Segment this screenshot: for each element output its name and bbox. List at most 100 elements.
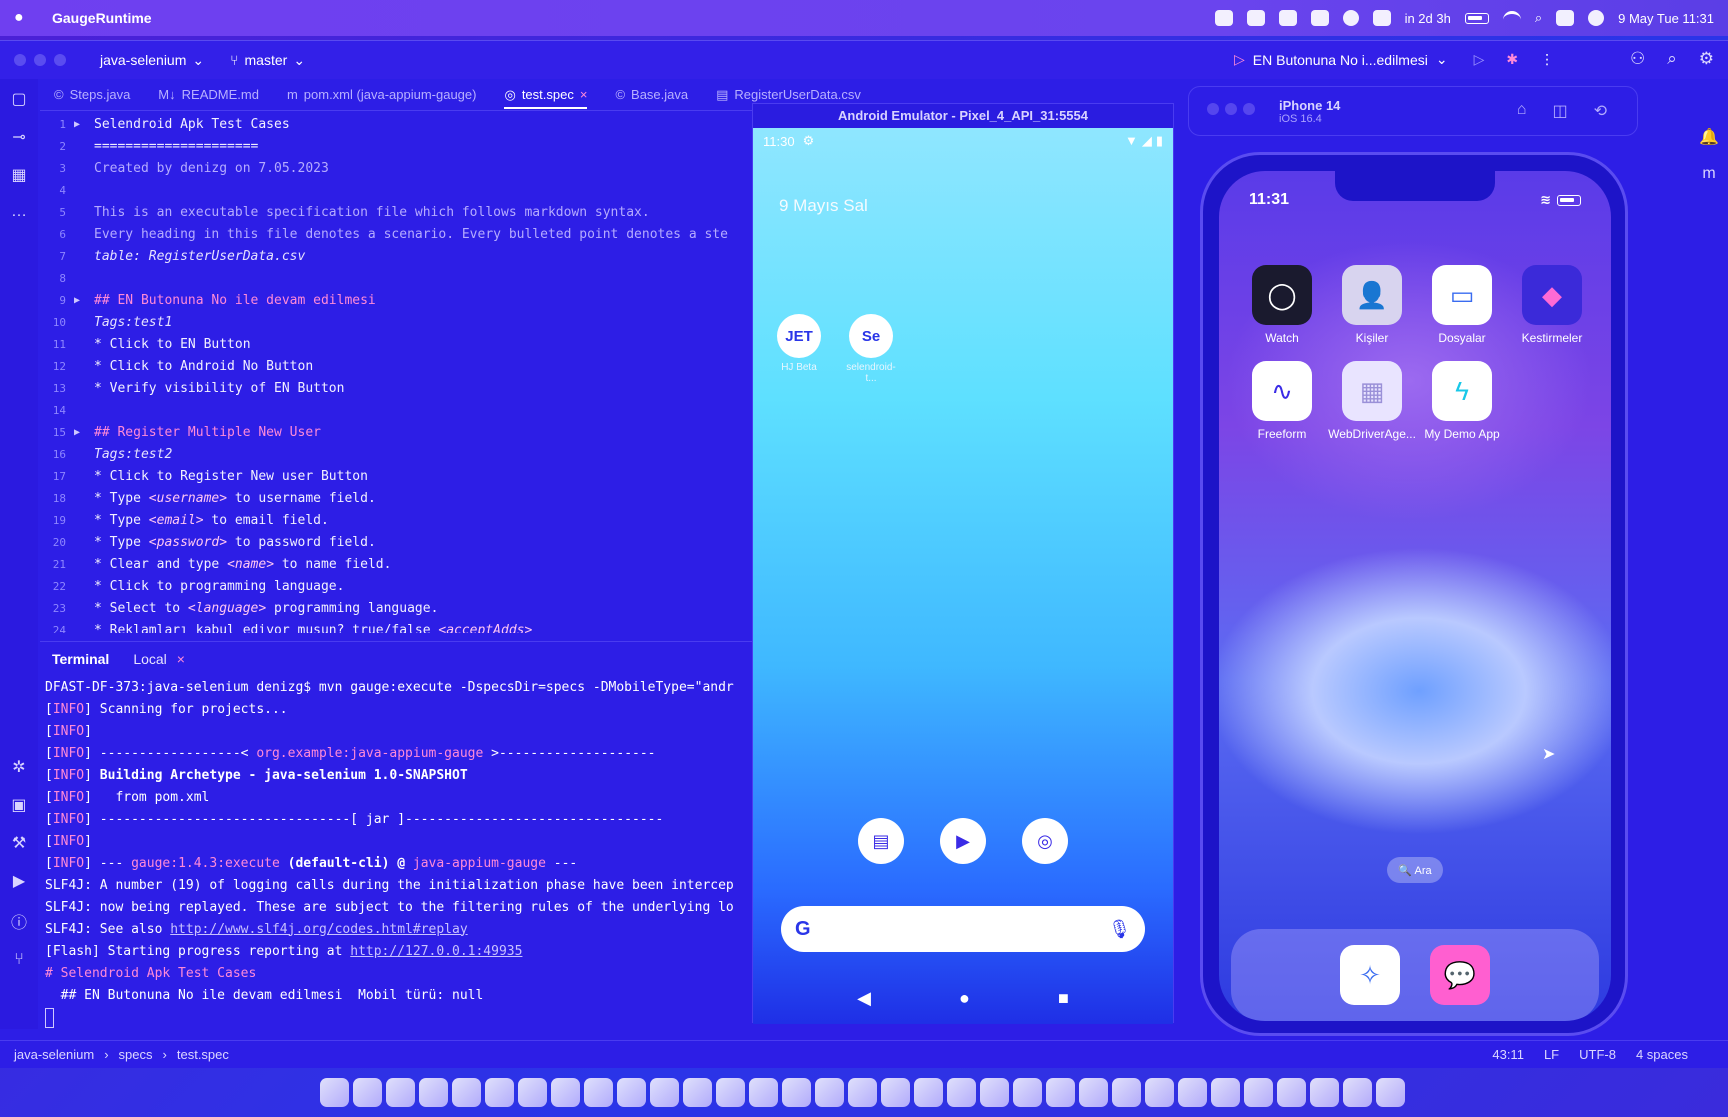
ios-app-my-demo-app[interactable]: ϟ My Demo App — [1417, 361, 1507, 441]
project-folder-icon[interactable]: ▢ — [11, 89, 26, 109]
code-line[interactable]: 3 Created by denizg on 7.05.2023 — [40, 157, 760, 179]
android-date[interactable]: 9 Mayıs Sal — [779, 196, 868, 216]
microphone-icon[interactable]: 🎙 — [1108, 919, 1131, 940]
minimize-window-button[interactable] — [1225, 103, 1237, 115]
zoom-window-button[interactable] — [1243, 103, 1255, 115]
breadcrumb-project[interactable]: java-selenium — [14, 1047, 94, 1062]
terminal-title[interactable]: Terminal — [52, 651, 109, 667]
services-icon[interactable]: ▶ — [13, 871, 25, 891]
run-gutter-icon[interactable]: ▶ — [74, 295, 94, 306]
run-gutter-icon[interactable]: ▶ — [74, 427, 94, 438]
rotate-icon[interactable]: ⟲ — [1594, 101, 1607, 121]
home-icon[interactable]: ⌂ — [1517, 101, 1527, 121]
clock-text[interactable]: 9 May Tue 11:31 — [1618, 11, 1714, 26]
dock-app-git-icon[interactable] — [1046, 1077, 1075, 1107]
safari-icon[interactable]: ✧ — [1340, 945, 1400, 1005]
close-tab-icon[interactable]: × — [177, 651, 185, 667]
tab-readme[interactable]: M↓ README.md — [158, 87, 259, 102]
dock-app-atom-icon[interactable] — [848, 1077, 877, 1107]
status-icon-3[interactable] — [1278, 10, 1297, 26]
breadcrumb-folder[interactable]: specs — [119, 1047, 153, 1062]
dock-app-zoom-icon[interactable] — [386, 1077, 415, 1107]
code-line[interactable]: 5 This is an executable specification fil… — [40, 201, 760, 223]
maven-icon[interactable]: m — [1702, 165, 1715, 183]
timer-text[interactable]: in 2d 3h — [1405, 11, 1451, 26]
home-icon[interactable]: ● — [959, 988, 970, 1009]
apple-logo-icon[interactable]: ● — [14, 9, 38, 27]
siri-icon[interactable] — [1588, 10, 1605, 26]
dock-app-terminal-icon[interactable] — [683, 1077, 712, 1107]
breadcrumb-file[interactable]: test.spec — [177, 1047, 229, 1062]
dock-app-safari-icon[interactable] — [650, 1077, 679, 1107]
code-line[interactable]: 13 * Verify visibility of EN Button — [40, 377, 760, 399]
code-line[interactable]: 10 Tags:test1 — [40, 311, 760, 333]
search-icon[interactable]: ⌕ — [1667, 49, 1677, 69]
account-icon[interactable]: ⚇ — [1630, 49, 1645, 69]
code-line[interactable]: 22 * Click to programming language. — [40, 575, 760, 597]
tab-test-spec[interactable]: ◎ test.spec × — [504, 87, 588, 109]
dock-app-grid-icon[interactable] — [1079, 1077, 1108, 1107]
ios-app-kestirmeler[interactable]: ◆ Kestirmeler — [1507, 265, 1597, 345]
tab-pom[interactable]: m pom.xml (java-appium-gauge) — [287, 87, 477, 102]
screenshot-icon[interactable]: ◫ — [1552, 101, 1567, 121]
more-icon[interactable]: ⋮ — [1540, 51, 1554, 68]
app-selendroid[interactable]: Se selendroid-t... — [841, 314, 901, 384]
status-icon-1[interactable] — [1214, 10, 1233, 26]
cursor-position[interactable]: 43:11 — [1492, 1047, 1524, 1062]
branch-selector[interactable]: ⑂ master ⌄ — [230, 52, 305, 69]
code-line[interactable]: 12 * Click to Android No Button — [40, 355, 760, 377]
code-line[interactable]: 23 * Select to <language> programming lan… — [40, 597, 760, 619]
spotlight-icon[interactable]: ⌕ — [1535, 10, 1542, 26]
messages-icon[interactable]: 💬 — [1430, 945, 1490, 1005]
code-line[interactable]: 21 * Clear and type <name> to name field. — [40, 553, 760, 575]
code-line[interactable]: 18 * Type <username> to username field. — [40, 487, 760, 509]
terminal-output[interactable]: DFAST-DF-373:java-selenium denizg$ mvn g… — [40, 676, 760, 1006]
zoom-window-button[interactable] — [54, 54, 66, 66]
google-search-bar[interactable]: G 🎙 — [781, 906, 1145, 952]
settings-gear-icon[interactable]: ⚙ — [1699, 49, 1714, 69]
dock-app-slack-icon[interactable] — [518, 1077, 547, 1107]
dock-app-store-icon[interactable] — [947, 1077, 976, 1107]
messages-icon[interactable]: ▤ — [858, 818, 904, 864]
wifi-icon[interactable] — [1502, 11, 1521, 25]
dock-app-notes-icon[interactable] — [584, 1077, 613, 1107]
dock-app-firefox-icon[interactable] — [485, 1077, 514, 1107]
tab-steps-java[interactable]: © Steps.java — [54, 87, 130, 102]
code-editor[interactable]: 1 ▶ Selendroid Apk Test Cases 2 ============… — [40, 113, 760, 634]
tab-csv[interactable]: ▤ RegisterUserData.csv — [716, 87, 861, 103]
line-ending[interactable]: LF — [1544, 1047, 1559, 1062]
dock-app-finder-icon[interactable] — [320, 1077, 349, 1107]
minimize-window-button[interactable] — [34, 54, 46, 66]
android-screen[interactable]: 11:30 ⚙ ▼ ◢ ▮ 9 Mayıs Sal JET HJ Beta Se s… — [753, 128, 1173, 1024]
close-tab-icon[interactable]: × — [580, 87, 588, 102]
dock-app-word-icon[interactable] — [881, 1077, 910, 1107]
problems-icon[interactable]: ⓘ — [11, 909, 27, 933]
status-icon-2[interactable] — [1246, 10, 1265, 26]
dock-app-chrome-icon[interactable] — [452, 1077, 481, 1107]
dock-app-word2-icon[interactable] — [1211, 1077, 1240, 1107]
code-line[interactable]: 4 — [40, 179, 760, 201]
code-line[interactable]: 20 * Type <password> to password field. — [40, 531, 760, 553]
ios-screen[interactable]: 11:31 ≋ ◯ Watch 👤 Kişiler ▭ Dosyalar ◆ Kestirme… — [1219, 171, 1611, 1021]
commit-icon[interactable]: ⊸ — [12, 127, 25, 147]
notifications-icon[interactable]: 🔔 — [1699, 127, 1719, 147]
dock-app-figma-icon[interactable] — [1013, 1077, 1042, 1107]
dock-app-files-icon[interactable] — [1343, 1077, 1372, 1107]
code-line[interactable]: 1 ▶ Selendroid Apk Test Cases — [40, 113, 760, 135]
dock-app-calendar-icon[interactable] — [551, 1077, 580, 1107]
dock-app-photos-icon[interactable] — [1145, 1077, 1174, 1107]
dock-app-cloud-icon[interactable] — [980, 1077, 1009, 1107]
terminal-link[interactable]: http://www.slf4j.org/codes.html#replay — [170, 922, 467, 937]
code-line[interactable]: 16 Tags:test2 — [40, 443, 760, 465]
ios-app-dosyalar[interactable]: ▭ Dosyalar — [1417, 265, 1507, 345]
build-hammer-icon[interactable]: ⚒ — [12, 833, 26, 853]
status-icon-5[interactable] — [1342, 10, 1359, 26]
code-line[interactable]: 2 ===================== — [40, 135, 760, 157]
dock-app-reminders-icon[interactable] — [617, 1077, 646, 1107]
dock-app-screen-icon[interactable] — [1112, 1077, 1141, 1107]
code-line[interactable]: 19 * Type <email> to email field. — [40, 509, 760, 531]
code-line[interactable]: 14 — [40, 399, 760, 421]
dock-app-preview-icon[interactable] — [1277, 1077, 1306, 1107]
code-line[interactable]: 17 * Click to Register New user Button — [40, 465, 760, 487]
code-line[interactable]: 15 ▶ ## Register Multiple New User — [40, 421, 760, 443]
